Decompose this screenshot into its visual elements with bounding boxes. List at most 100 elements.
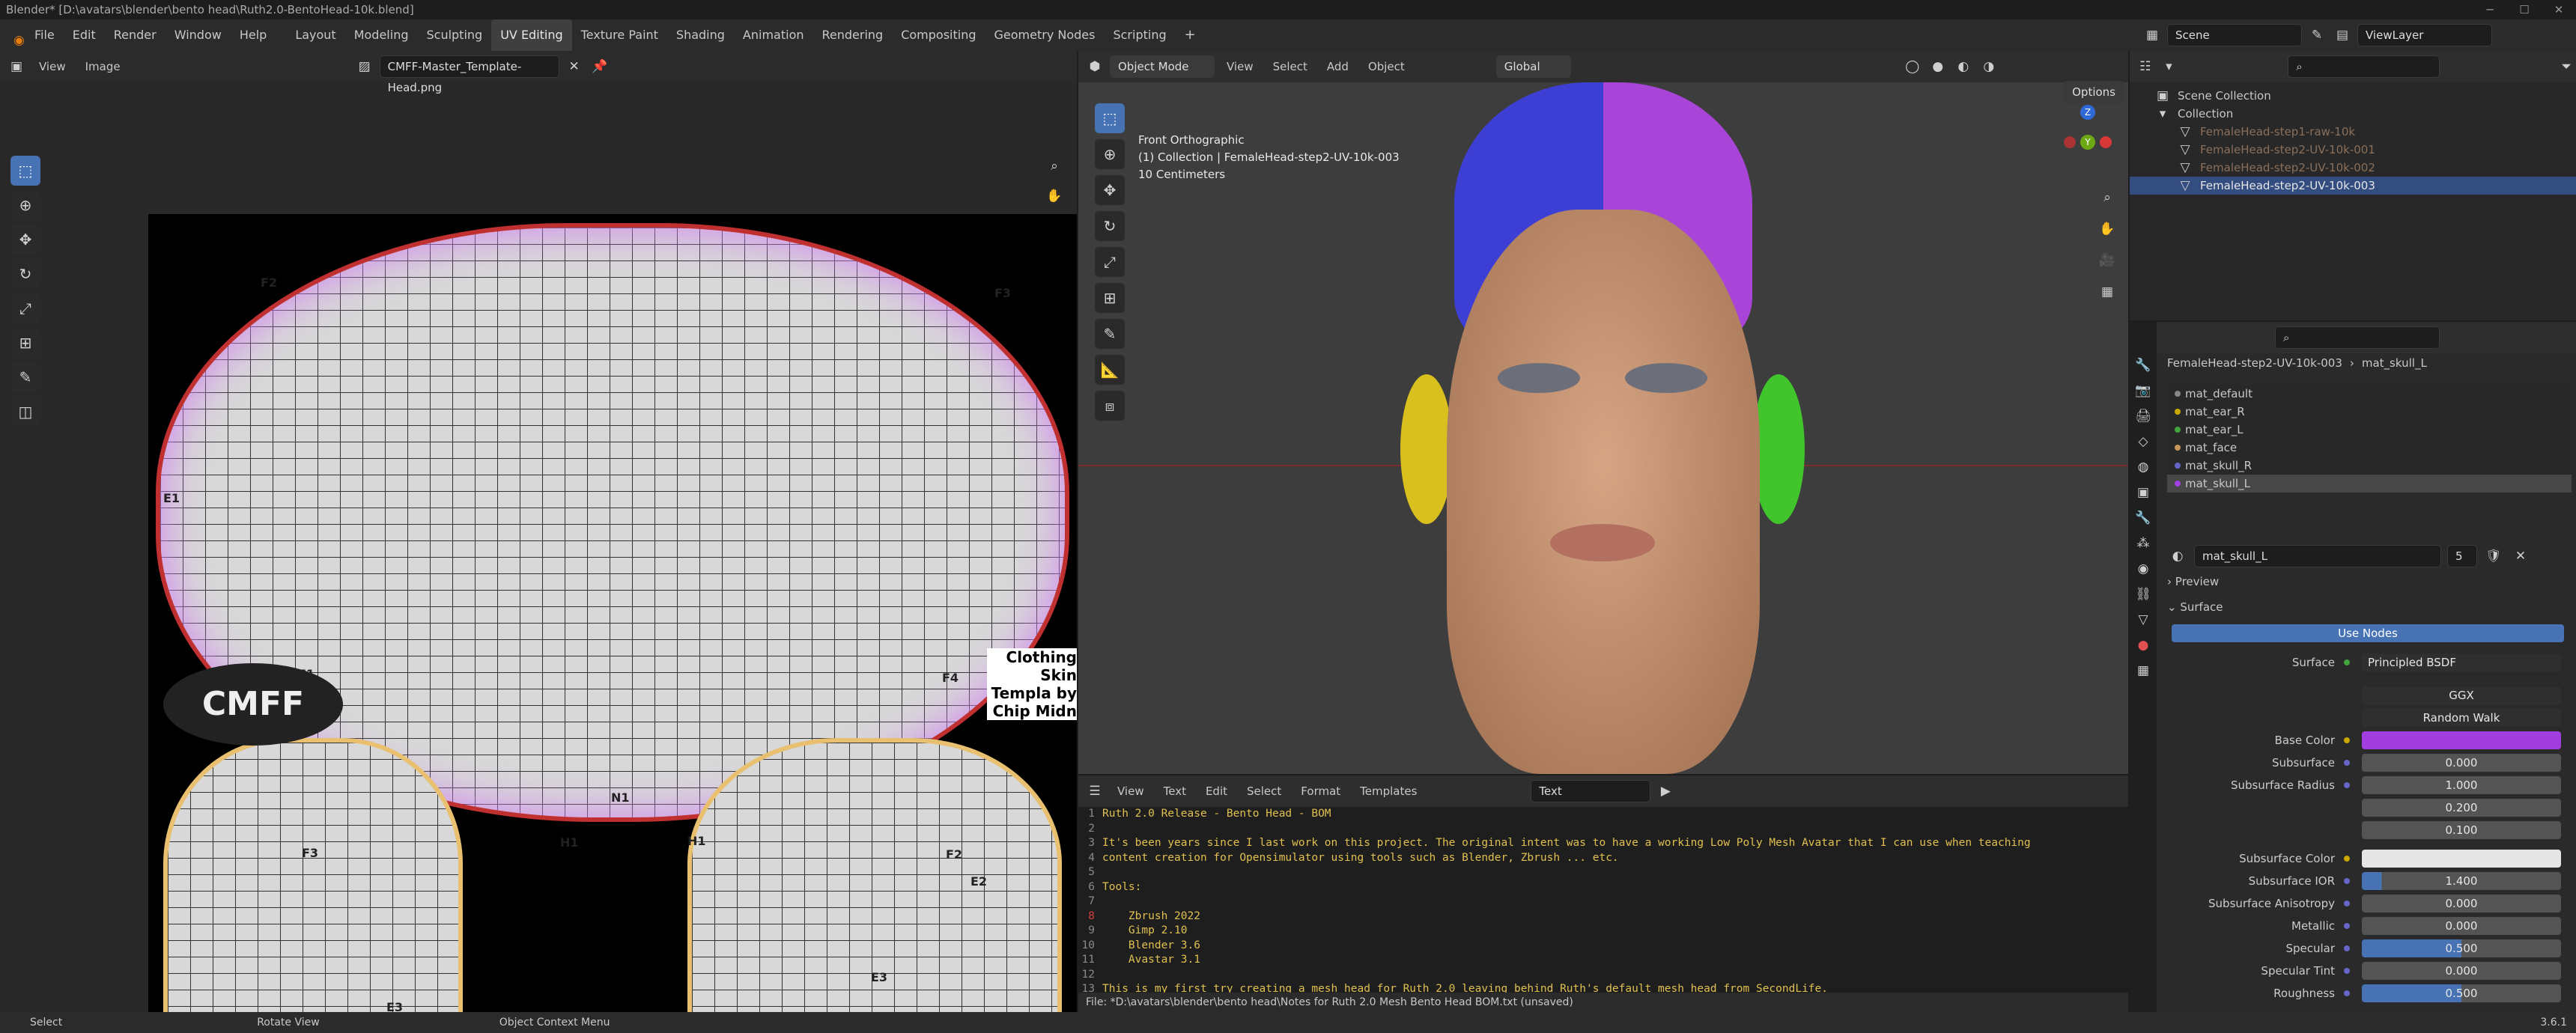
tab-texture-paint[interactable]: Texture Paint xyxy=(572,19,667,51)
tab-modeling[interactable]: Modeling xyxy=(345,19,418,51)
scene-field[interactable]: Scene xyxy=(2167,24,2302,46)
display-mode-icon[interactable]: ▾ xyxy=(2160,56,2179,77)
vp-cursor-tool-icon[interactable]: ⊕ xyxy=(1095,139,1125,169)
object-props-icon[interactable]: ▣ xyxy=(2133,482,2154,503)
use-nodes-button[interactable]: Use Nodes xyxy=(2172,624,2564,642)
sample-tool-icon[interactable]: ◫ xyxy=(10,397,40,427)
material-slot[interactable]: mat_skull_R xyxy=(2185,457,2252,475)
tab-sculpting[interactable]: Sculpting xyxy=(417,19,491,51)
viewport-editor-icon[interactable]: ⬢ xyxy=(1084,56,1105,77)
menu-window[interactable]: Window xyxy=(165,19,231,51)
rotate-tool-icon[interactable]: ↻ xyxy=(10,259,40,289)
texture-props-icon[interactable]: ▦ xyxy=(2133,660,2154,681)
preview-label[interactable]: Preview xyxy=(2175,575,2219,588)
scale-tool-icon[interactable]: ⤢ xyxy=(10,293,40,323)
base-color-swatch[interactable] xyxy=(2362,731,2561,749)
gizmo-negx-icon[interactable] xyxy=(2064,136,2076,148)
annotate-tool-icon[interactable]: ✎ xyxy=(10,362,40,392)
add-workspace-icon[interactable]: + xyxy=(1176,19,1205,51)
specular-tint-field[interactable]: 0.000 xyxy=(2362,962,2561,980)
viewlayer-icon[interactable]: ▤ xyxy=(2332,25,2353,46)
mode-select[interactable]: Object Mode xyxy=(1110,55,1215,78)
vp-menu-select[interactable]: Select xyxy=(1266,60,1315,73)
tab-shading[interactable]: Shading xyxy=(667,19,734,51)
hand-icon[interactable]: ✋ xyxy=(1044,186,1065,207)
surface-shader-field[interactable]: Principled BSDF xyxy=(2362,653,2561,671)
image-name-field[interactable]: CMFF-Master_Template-Head.png xyxy=(379,55,559,94)
shading-solid-icon[interactable]: ● xyxy=(1928,56,1948,77)
menu-render[interactable]: Render xyxy=(105,19,165,51)
outliner-item[interactable]: FemaleHead-step2-UV-10k-001 xyxy=(2200,141,2375,159)
menu-file[interactable]: File xyxy=(25,19,64,51)
vp-menu-add[interactable]: Add xyxy=(1319,60,1356,73)
text-menu-view[interactable]: View xyxy=(1110,784,1152,798)
outliner-item-selected[interactable]: FemaleHead-step2-UV-10k-003 xyxy=(2200,177,2375,195)
outliner-editor-icon[interactable]: ☷ xyxy=(2136,56,2155,77)
text-datablock-field[interactable]: Text xyxy=(1531,780,1651,802)
material-users-count[interactable]: 5 xyxy=(2447,545,2477,567)
vp-add-cube-icon[interactable]: ⧈ xyxy=(1095,391,1125,421)
menu-help[interactable]: Help xyxy=(231,19,276,51)
minimize-icon[interactable]: ─ xyxy=(2473,0,2507,19)
tool-props-icon[interactable]: 🔧 xyxy=(2133,355,2154,376)
gizmo-y-icon[interactable]: Y xyxy=(2080,135,2095,150)
physics-props-icon[interactable]: ◉ xyxy=(2133,558,2154,579)
text-menu-format[interactable]: Format xyxy=(1293,784,1348,798)
material-slot[interactable]: mat_ear_R xyxy=(2185,403,2245,421)
output-props-icon[interactable]: 🖨 xyxy=(2133,406,2154,427)
subsurface-color-swatch[interactable] xyxy=(2362,850,2561,868)
navigation-gizmo[interactable]: Z Y xyxy=(2064,105,2112,180)
scene-icon[interactable]: ▦ xyxy=(2142,25,2163,46)
expand-icon[interactable]: ▾ xyxy=(2152,103,2173,124)
vp-menu-view[interactable]: View xyxy=(1219,60,1261,73)
vp-measure-tool-icon[interactable]: 📐 xyxy=(1095,355,1125,385)
unlink-material-icon[interactable]: ✕ xyxy=(2510,546,2531,567)
surface-panel[interactable]: ⌄ Surface xyxy=(2167,600,2223,614)
roughness-field[interactable]: 0.500 xyxy=(2362,984,2561,1002)
subsurface-method-select[interactable]: Random Walk xyxy=(2362,709,2561,727)
particles-props-icon[interactable]: ⁂ xyxy=(2133,533,2154,554)
material-browse-icon[interactable]: ◐ xyxy=(2167,546,2188,567)
material-slot[interactable]: mat_ear_L xyxy=(2185,421,2244,439)
female-head-mesh[interactable] xyxy=(1400,82,1805,774)
options-button[interactable]: Options xyxy=(2064,81,2124,103)
blender-logo-icon[interactable]: ◉ xyxy=(4,25,25,48)
tab-rendering[interactable]: Rendering xyxy=(813,19,893,51)
surface-label[interactable]: Surface xyxy=(2180,600,2223,614)
material-props-icon[interactable]: ● xyxy=(2133,635,2154,656)
tab-layout[interactable]: Layout xyxy=(286,19,344,51)
specular-field[interactable]: 0.500 xyxy=(2362,939,2561,957)
viewport-canvas[interactable]: Front Orthographic (1) Collection | Fema… xyxy=(1078,81,2128,774)
material-name-field[interactable]: mat_skull_L xyxy=(2194,545,2441,567)
preview-panel[interactable]: › Preview xyxy=(2167,575,2219,588)
outliner-search-field[interactable]: ⌕ xyxy=(2288,55,2440,78)
subsurface-radius-z[interactable]: 0.100 xyxy=(2362,821,2561,839)
material-slot[interactable]: mat_default xyxy=(2185,385,2253,403)
fake-user-icon[interactable]: 🛡 xyxy=(2483,546,2504,567)
subsurface-radius-y[interactable]: 0.200 xyxy=(2362,799,2561,817)
vp-zoom-icon[interactable]: ⌕ xyxy=(2097,187,2118,208)
subsurface-radius-x[interactable]: 1.000 xyxy=(2362,776,2561,794)
vp-scale-tool-icon[interactable]: ⤢ xyxy=(1095,247,1125,277)
text-editor-icon[interactable]: ☰ xyxy=(1084,781,1105,802)
image-browse-icon[interactable]: ▨ xyxy=(354,56,375,77)
world-props-icon[interactable]: ◍ xyxy=(2133,457,2154,478)
props-search-field[interactable]: ⌕ xyxy=(2275,326,2440,349)
3d-viewport[interactable]: ⬢ Object Mode View Select Add Object Glo… xyxy=(1078,51,2128,774)
gizmo-x-icon[interactable] xyxy=(2100,136,2112,148)
move-tool-icon[interactable]: ✥ xyxy=(10,225,40,255)
shading-wire-icon[interactable]: ◯ xyxy=(1902,56,1923,77)
constraints-props-icon[interactable]: ⛓ xyxy=(2133,584,2154,605)
modifier-props-icon[interactable]: 🔧 xyxy=(2133,508,2154,528)
orientation-select[interactable]: Global xyxy=(1495,55,1571,78)
cursor-tool-icon[interactable]: ⊕ xyxy=(10,190,40,220)
gizmo-z-icon[interactable]: Z xyxy=(2080,105,2095,120)
vp-menu-object[interactable]: Object xyxy=(1361,60,1412,73)
tab-geometry-nodes[interactable]: Geometry Nodes xyxy=(985,19,1105,51)
filter-icon[interactable]: ⏷ xyxy=(2557,56,2576,77)
pin-image-icon[interactable]: 📌 xyxy=(589,56,610,77)
select-tool-icon[interactable]: ⬚ xyxy=(10,156,40,186)
distribution-select[interactable]: GGX xyxy=(2362,686,2561,704)
tab-animation[interactable]: Animation xyxy=(734,19,813,51)
vp-rotate-tool-icon[interactable]: ↻ xyxy=(1095,211,1125,241)
